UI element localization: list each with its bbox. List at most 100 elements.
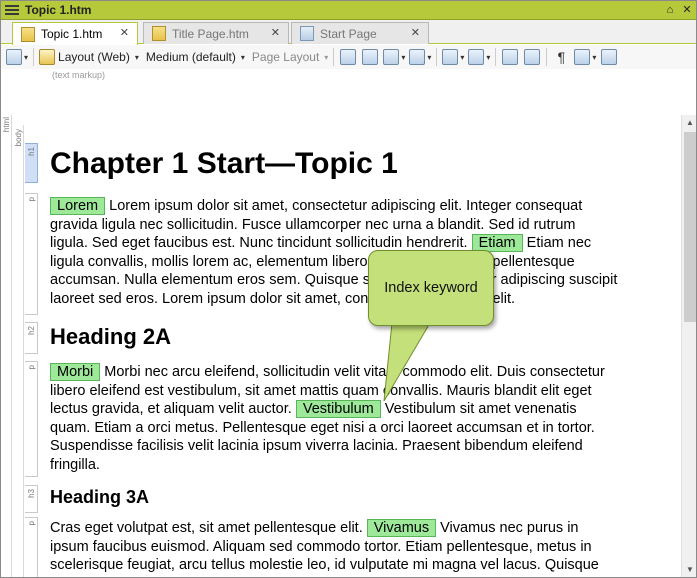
window-menu-icon[interactable] [5, 4, 19, 15]
window-close-icon[interactable]: ✕ [679, 2, 695, 18]
paragraph-line: scelerisque feugiat, arcu tellus molesti… [50, 556, 650, 575]
dropdown-arrow-icon: ▾ [401, 52, 406, 62]
paragraph-line: ligula convallis, mollis lorem ac, eleme… [50, 253, 650, 272]
index-keyword-marker[interactable]: Lorem [50, 197, 106, 215]
paragraph-text: ipsum faucibus euismod. Aliquam sed comm… [50, 538, 592, 555]
paragraph-text: Lorem ipsum dolor sit amet, consectetur … [105, 198, 583, 214]
expand-button[interactable] [600, 47, 618, 67]
dropdown-arrow-icon: ▾ [324, 52, 329, 62]
paragraph-line: Suspendisse facilisis velit lacinia ipsu… [50, 437, 650, 456]
paragraph-3[interactable]: Cras eget volutpat est, sit amet pellent… [50, 519, 650, 575]
topic-file-icon [21, 26, 35, 42]
insert-button[interactable] [339, 47, 357, 67]
toolbar-separator [333, 48, 335, 66]
eye-icon [574, 49, 591, 65]
variable-button[interactable]: ▾ [442, 47, 464, 67]
paragraph-text: Vestibulum sit amet venenatis [380, 401, 577, 417]
paragraph-line: fringilla. [50, 456, 650, 475]
paragraph-text: Suspendisse facilisis velit lacinia ipsu… [50, 438, 583, 454]
paragraph-text: libero eleifend est vestibulum, sit amet… [50, 382, 592, 399]
tab-close-icon[interactable]: ✕ [271, 26, 280, 39]
page-layout-dropdown[interactable]: Page Layout ▾ [249, 47, 328, 67]
paragraph-line: lectus gravida, et aliquam velit auctor.… [50, 400, 650, 419]
structure-tag-h2[interactable]: h2 [25, 322, 38, 354]
topic-file-icon [152, 26, 166, 41]
concept-button[interactable] [523, 47, 541, 67]
insert-icon [340, 49, 357, 65]
heading-2a[interactable]: Heading 2A [50, 324, 171, 350]
image-button[interactable]: ▾ [383, 47, 405, 67]
structure-body-label: body [14, 129, 23, 147]
tab-start-page[interactable]: Start Page ✕ [291, 22, 429, 44]
tab-topic-1[interactable]: Topic 1.htm ✕ [12, 22, 138, 45]
tab-title-page[interactable]: Title Page.htm ✕ [143, 22, 289, 44]
index-keyword-marker[interactable]: Vivamus [366, 519, 437, 537]
structure-tag-label: p [27, 365, 36, 370]
paragraph-line: Cras eget volutpat est, sit amet pellent… [50, 519, 650, 538]
show-markers-button[interactable]: ¶ [552, 47, 570, 67]
window-title: Topic 1.htm [25, 2, 92, 17]
dropdown-arrow-icon: ▾ [427, 52, 432, 62]
structure-tag-label: h3 [27, 489, 36, 498]
structure-tag-h1[interactable]: h1 [25, 143, 38, 183]
window-titlebar: Topic 1.htm ⌂ ✕ [0, 0, 697, 20]
paragraph-line: accumsan. Nulla elementum eros sem. Quis… [50, 271, 650, 290]
toolbar-separator [495, 48, 497, 66]
heading-3a[interactable]: Heading 3A [50, 487, 149, 508]
tab-close-icon[interactable]: ✕ [411, 26, 420, 39]
paragraph-text: ligula. Sed eget faucibus est. Nunc tinc… [50, 235, 468, 251]
chapter-heading[interactable]: Chapter 1 Start—Topic 1 [50, 147, 398, 181]
index-button[interactable] [501, 47, 519, 67]
layout-icon [39, 49, 56, 65]
dropdown-arrow-icon: ▾ [486, 52, 491, 62]
snippet-button[interactable]: ▾ [468, 47, 490, 67]
view-options-button[interactable]: ▾ [574, 47, 596, 67]
structure-body[interactable]: body [13, 125, 24, 578]
structure-html[interactable]: html [2, 115, 12, 578]
paragraph-text: Morbi nec arcu eleifend, sollicitudin ve… [100, 364, 605, 380]
tab-close-icon[interactable]: ✕ [120, 26, 129, 39]
cut-button[interactable] [361, 47, 379, 67]
preview-button[interactable]: ▾ [6, 47, 28, 67]
medium-dropdown[interactable]: Medium (default) ▾ [143, 47, 245, 67]
index-keyword-marker[interactable]: Vestibulum [295, 400, 381, 418]
paragraph-line: Lorem Lorem ipsum dolor sit amet, consec… [50, 197, 650, 216]
paragraph-text: Etiam nec [522, 235, 592, 251]
scroll-up-icon[interactable]: ▲ [682, 115, 697, 131]
index-keyword-marker[interactable]: Morbi [50, 363, 101, 381]
dropdown-arrow-icon: ▾ [134, 52, 139, 62]
structure-html-label: html [2, 117, 11, 133]
layout-label: Layout (Web) [58, 50, 130, 64]
paragraph-1[interactable]: Lorem Lorem ipsum dolor sit amet, consec… [50, 197, 650, 308]
cut-icon [362, 49, 379, 65]
vertical-scrollbar[interactable]: ▲ ▼ [681, 115, 697, 578]
structure-tag-p[interactable]: p [25, 517, 38, 578]
index-icon [502, 49, 519, 65]
tab-label: Start Page [320, 26, 377, 41]
paragraph-line: ipsum faucibus euismod. Aliquam sed comm… [50, 538, 650, 557]
paragraph-2[interactable]: Morbi Morbi nec arcu eleifend, sollicitu… [50, 363, 650, 474]
paragraph-text: fringilla. [50, 456, 100, 473]
pin-icon[interactable]: ⌂ [662, 2, 678, 18]
paragraph-line: quam. Etiam a orci metus. Pellentesque e… [50, 419, 650, 438]
editor-toolbar: ▾ Layout (Web) ▾ Medium (default) ▾ Page L… [0, 45, 697, 69]
paragraph-text: gravida ligula nec sollicitudin. Fusce u… [50, 216, 576, 233]
paragraph-line: ligula. Sed eget faucibus est. Nunc tinc… [50, 234, 650, 253]
structure-tag-h3[interactable]: h3 [25, 485, 38, 513]
structure-tag-p[interactable]: p [25, 361, 38, 477]
layout-dropdown[interactable]: Layout (Web) ▾ [39, 47, 139, 67]
scroll-down-icon[interactable]: ▼ [682, 562, 697, 578]
editor-viewport[interactable]: html body h1 p h2 p h3 p Chapter 1 Start… [0, 115, 681, 578]
structure-tag-p[interactable]: p [25, 193, 38, 315]
text-markup-hint: (text markup) [52, 70, 106, 80]
structure-tag-label: p [27, 197, 36, 202]
scroll-thumb[interactable] [684, 132, 696, 322]
index-keyword-callout: Index keyword [368, 250, 494, 326]
table-button[interactable]: ▾ [409, 47, 431, 67]
expand-icon [601, 49, 618, 65]
toolbar-separator [546, 48, 548, 66]
paragraph-text: lectus gravida, et aliquam velit auctor. [50, 401, 292, 417]
paragraph-line: gravida ligula nec sollicitudin. Fusce u… [50, 216, 650, 235]
snippet-icon [468, 49, 485, 65]
structure-tag-label: p [27, 521, 36, 526]
